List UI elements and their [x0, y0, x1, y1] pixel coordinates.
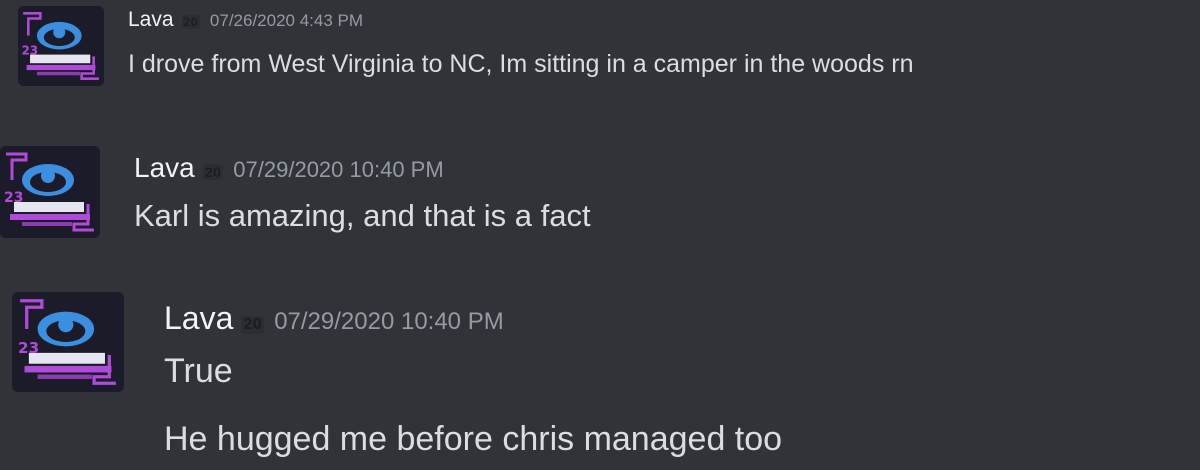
message-header: Lava 20 07/26/2020 4:43 PM	[128, 8, 363, 32]
svg-text:23: 23	[21, 44, 38, 58]
user-avatar-icon[interactable]: 23	[12, 292, 124, 392]
timestamp: 07/26/2020 4:43 PM	[209, 11, 364, 30]
message-text: True	[164, 352, 233, 390]
username[interactable]: Lava	[164, 300, 233, 337]
svg-text:23: 23	[4, 190, 23, 206]
username[interactable]: Lava	[128, 8, 174, 32]
message-header: Lava 20 07/29/2020 10:40 PM	[164, 300, 504, 337]
message-header: Lava 20 07/29/2020 10:40 PM	[134, 152, 444, 184]
svg-text:23: 23	[18, 339, 39, 357]
message-text: Karl is amazing, and that is a fact	[134, 198, 591, 233]
message-text: I drove from West Virginia to NC, Im sit…	[128, 50, 914, 78]
user-badge: 20	[241, 316, 265, 334]
user-avatar-icon[interactable]: 23	[0, 146, 100, 238]
user-badge: 20	[181, 15, 200, 29]
message-text: He hugged me before chris managed too	[164, 420, 783, 458]
timestamp: 07/29/2020 10:40 PM	[233, 157, 444, 182]
user-avatar-icon[interactable]: 23	[18, 6, 104, 86]
timestamp: 07/29/2020 10:40 PM	[274, 308, 504, 335]
username[interactable]: Lava	[134, 152, 195, 184]
user-badge: 20	[202, 164, 224, 180]
